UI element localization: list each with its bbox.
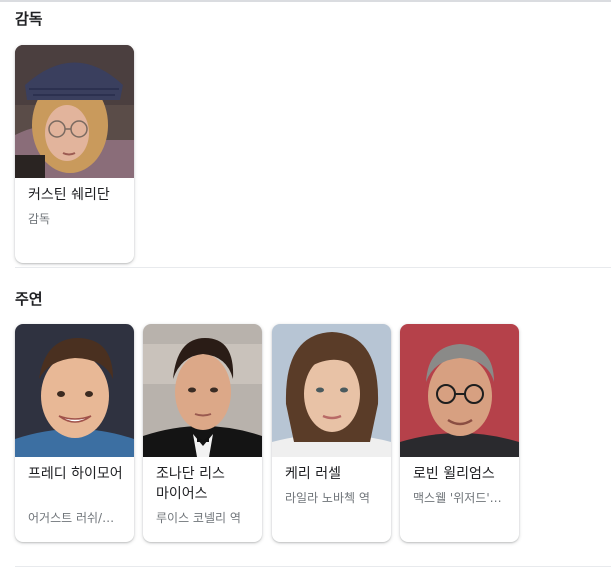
top-border (0, 0, 611, 2)
director-card[interactable]: 커스틴 쉐리단 감독 (15, 45, 134, 263)
cast-role: 라일라 노바첵 역 (285, 491, 370, 505)
director-section-title: 감독 (15, 10, 43, 28)
cast-photo (272, 324, 391, 457)
cast-photo (400, 324, 519, 457)
cast-role: 어거스트 러쉬/… (28, 511, 115, 525)
section-divider (15, 566, 611, 567)
cast-card[interactable]: 프레디 하이모어 어거스트 러쉬/… (15, 324, 134, 542)
cast-role: 루이스 코넬리 역 (156, 511, 241, 525)
cast-card[interactable]: 조나단 리스 마이어스 루이스 코넬리 역 (143, 324, 262, 542)
director-role: 감독 (28, 212, 51, 226)
cast-name: 조나단 리스 마이어스 (156, 466, 225, 502)
director-name: 커스틴 쉐리단 (28, 187, 110, 203)
cast-name: 케리 러셀 (285, 466, 341, 482)
cast-section-title: 주연 (15, 290, 43, 308)
cast-role: 맥스웰 '위저드'… (413, 491, 502, 505)
cast-card[interactable]: 로빈 윌리엄스 맥스웰 '위저드'… (400, 324, 519, 542)
director-photo (15, 45, 134, 178)
section-divider (15, 267, 611, 268)
cast-photo (15, 324, 134, 457)
cast-name: 프레디 하이모어 (28, 466, 123, 482)
cast-card[interactable]: 케리 러셀 라일라 노바첵 역 (272, 324, 391, 542)
cast-name: 로빈 윌리엄스 (413, 466, 495, 482)
cast-photo (143, 324, 262, 457)
